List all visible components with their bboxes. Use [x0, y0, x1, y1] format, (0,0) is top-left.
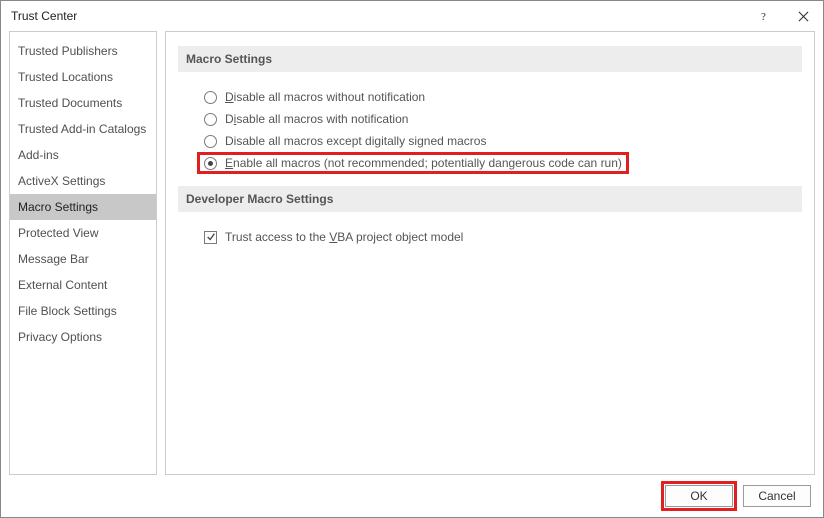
help-button[interactable]: ? — [743, 1, 783, 31]
sidebar-item-external-content[interactable]: External Content — [10, 272, 156, 298]
sidebar-item-label: Trusted Locations — [18, 70, 113, 84]
ok-button[interactable]: OK — [665, 485, 733, 507]
radio-icon — [204, 157, 217, 170]
sidebar-item-label: Trusted Add-in Catalogs — [18, 122, 146, 136]
checkbox-icon — [204, 231, 217, 244]
main-panel: Macro Settings Disable all macros withou… — [165, 31, 815, 475]
developer-options: Trust access to the VBA project object m… — [178, 226, 802, 248]
sidebar-item-label: Macro Settings — [18, 200, 98, 214]
sidebar-item-protected-view[interactable]: Protected View — [10, 220, 156, 246]
sidebar-item-message-bar[interactable]: Message Bar — [10, 246, 156, 272]
sidebar-item-label: Add-ins — [18, 148, 59, 162]
sidebar-item-label: File Block Settings — [18, 304, 117, 318]
sidebar-item-label: Trusted Publishers — [18, 44, 118, 58]
radio-label: Disable all macros without notification — [225, 90, 425, 104]
close-button[interactable] — [783, 1, 823, 31]
radio-disable-no-notification[interactable]: Disable all macros without notification — [204, 86, 802, 108]
radio-enable-all[interactable]: Enable all macros (not recommended; pote… — [204, 156, 622, 170]
sidebar-item-macro-settings[interactable]: Macro Settings — [10, 194, 156, 220]
section-header-developer: Developer Macro Settings — [178, 186, 802, 212]
radio-label: Disable all macros except digitally sign… — [225, 134, 486, 148]
highlight-enable-all: Enable all macros (not recommended; pote… — [197, 152, 629, 174]
sidebar-item-trusted-locations[interactable]: Trusted Locations — [10, 64, 156, 90]
sidebar-item-trusted-documents[interactable]: Trusted Documents — [10, 90, 156, 116]
radio-label: Enable all macros (not recommended; pote… — [225, 156, 622, 170]
radio-icon — [204, 135, 217, 148]
sidebar-item-label: Protected View — [18, 226, 99, 240]
radio-enable-all-row: Enable all macros (not recommended; pote… — [204, 152, 802, 174]
checkbox-trust-vba[interactable]: Trust access to the VBA project object m… — [204, 226, 802, 248]
sidebar: Trusted Publishers Trusted Locations Tru… — [9, 31, 157, 475]
sidebar-item-trusted-addin-catalogs[interactable]: Trusted Add-in Catalogs — [10, 116, 156, 142]
button-label: OK — [690, 489, 707, 503]
sidebar-item-file-block-settings[interactable]: File Block Settings — [10, 298, 156, 324]
window-title: Trust Center — [11, 9, 743, 23]
checkbox-label: Trust access to the VBA project object m… — [225, 230, 463, 244]
section-header-macro: Macro Settings — [178, 46, 802, 72]
sidebar-item-label: Message Bar — [18, 252, 89, 266]
sidebar-item-label: Privacy Options — [18, 330, 102, 344]
content-area: Trusted Publishers Trusted Locations Tru… — [9, 31, 815, 475]
titlebar: Trust Center ? — [1, 1, 823, 31]
help-icon: ? — [758, 11, 769, 22]
sidebar-item-label: Trusted Documents — [18, 96, 122, 110]
radio-label: Disable all macros with notification — [225, 112, 408, 126]
sidebar-item-label: External Content — [18, 278, 107, 292]
radio-icon — [204, 91, 217, 104]
dialog-footer: OK Cancel — [1, 475, 823, 517]
button-label: Cancel — [758, 489, 795, 503]
cancel-button[interactable]: Cancel — [743, 485, 811, 507]
svg-text:?: ? — [761, 11, 766, 22]
sidebar-item-label: ActiveX Settings — [18, 174, 105, 188]
close-icon — [798, 11, 809, 22]
macro-options: Disable all macros without notification … — [178, 86, 802, 174]
radio-disable-except-signed[interactable]: Disable all macros except digitally sign… — [204, 130, 802, 152]
radio-icon — [204, 113, 217, 126]
sidebar-item-privacy-options[interactable]: Privacy Options — [10, 324, 156, 350]
sidebar-item-addins[interactable]: Add-ins — [10, 142, 156, 168]
sidebar-item-activex-settings[interactable]: ActiveX Settings — [10, 168, 156, 194]
radio-disable-with-notification[interactable]: Disable all macros with notification — [204, 108, 802, 130]
sidebar-item-trusted-publishers[interactable]: Trusted Publishers — [10, 38, 156, 64]
